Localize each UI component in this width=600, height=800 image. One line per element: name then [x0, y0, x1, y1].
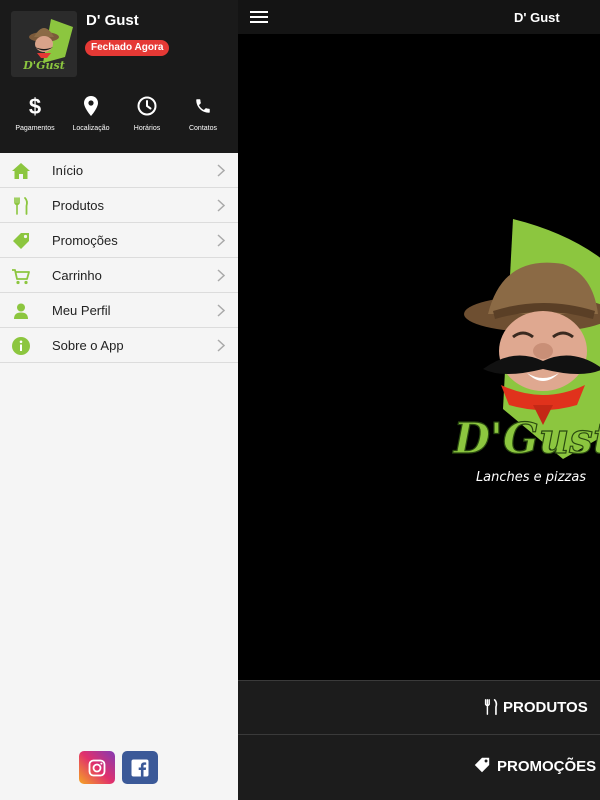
- cart-icon: [12, 269, 30, 285]
- home-icon: [12, 163, 30, 179]
- chevron-right-icon: [217, 339, 225, 352]
- facebook-button[interactable]: [122, 751, 158, 784]
- store-name: D' Gust: [86, 12, 139, 29]
- hours-button[interactable]: Horários: [119, 94, 175, 138]
- location-pin-icon: [84, 94, 98, 118]
- chevron-right-icon: [217, 164, 225, 177]
- cutlery-icon: [484, 698, 498, 716]
- store-logo: D'Gust: [11, 11, 77, 77]
- tag-icon: [474, 757, 490, 773]
- menu-item-inicio[interactable]: Início: [0, 153, 238, 188]
- menu-item-produtos[interactable]: Produtos: [0, 188, 238, 223]
- menu-item-label: Sobre o App: [52, 338, 124, 353]
- menu-item-meu-perfil[interactable]: Meu Perfil: [0, 293, 238, 328]
- contacts-label: Contatos: [188, 125, 218, 132]
- instagram-button[interactable]: [79, 751, 115, 784]
- status-badge: Fechado Agora: [85, 40, 170, 56]
- payments-label: Pagamentos: [15, 125, 55, 132]
- payments-button[interactable]: $ Pagamentos: [7, 94, 63, 138]
- promocoes-button[interactable]: PROMOÇÕES: [238, 734, 600, 800]
- promocoes-label: PROMOÇÕES: [497, 758, 597, 775]
- chevron-right-icon: [217, 234, 225, 247]
- chevron-right-icon: [217, 269, 225, 282]
- menu-item-label: Início: [52, 163, 84, 178]
- svg-text:D'Gust: D'Gust: [453, 414, 600, 463]
- menu-item-promocoes[interactable]: Promoções: [0, 223, 238, 258]
- svg-text:Lanches e pizzas: Lanches e pizzas: [476, 470, 586, 485]
- menu-item-label: Produtos: [52, 198, 105, 213]
- contacts-button[interactable]: Contatos: [175, 94, 231, 138]
- chevron-right-icon: [217, 304, 225, 317]
- menu-item-label: Carrinho: [52, 268, 102, 283]
- tag-icon: [13, 233, 29, 249]
- location-label: Localização: [72, 125, 110, 132]
- location-button[interactable]: Localização: [63, 94, 119, 138]
- facebook-icon: [131, 759, 149, 777]
- menu-item-label: Meu Perfil: [52, 303, 111, 318]
- brand-logo: D'Gust Lanches e pizzas: [452, 219, 600, 485]
- produtos-label: PRODUTOS: [503, 699, 588, 716]
- phone-icon: [194, 94, 212, 118]
- hamburger-icon[interactable]: [250, 10, 268, 24]
- top-bar: D' Gust: [238, 0, 600, 34]
- instagram-icon: [88, 759, 106, 776]
- cutlery-icon: [14, 197, 28, 215]
- svg-text:$: $: [29, 94, 41, 118]
- navigation-drawer: D'Gust D' Gust Fechado Agora $ Pagamento…: [0, 0, 238, 800]
- menu-item-label: Promoções: [52, 233, 118, 248]
- quick-actions: $ Pagamentos Localização Horários Contat…: [0, 94, 238, 138]
- clock-icon: [137, 94, 157, 118]
- drawer-header: D'Gust D' Gust Fechado Agora $ Pagamento…: [0, 0, 238, 153]
- main-content: D' Gust D'Gust Lanches e pizzas PRODUTOS…: [238, 0, 600, 800]
- hero-banner: D'Gust Lanches e pizzas: [238, 34, 600, 680]
- chevron-right-icon: [217, 199, 225, 212]
- produtos-button[interactable]: PRODUTOS: [238, 680, 600, 734]
- menu-item-sobre-o-app[interactable]: Sobre o App: [0, 328, 238, 363]
- page-title: D' Gust: [514, 10, 560, 25]
- hours-label: Horários: [133, 125, 161, 132]
- menu-item-carrinho[interactable]: Carrinho: [0, 258, 238, 293]
- user-icon: [14, 303, 28, 319]
- drawer-menu: Início Produtos Promoções Carrinho Meu P…: [0, 153, 238, 363]
- svg-text:D'Gust: D'Gust: [22, 59, 65, 72]
- info-icon: [12, 337, 30, 355]
- dollar-icon: $: [27, 94, 43, 118]
